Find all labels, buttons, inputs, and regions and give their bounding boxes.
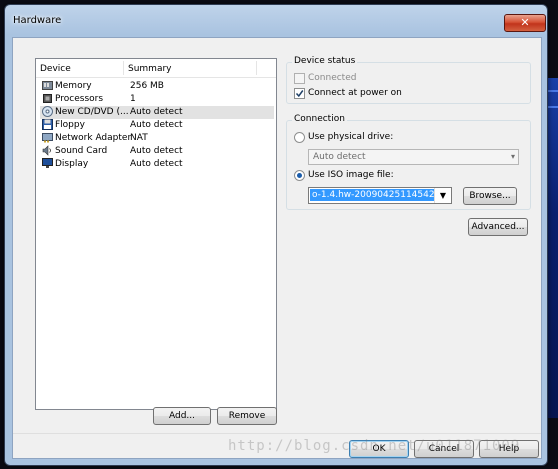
cd-dvd-icon <box>42 106 53 117</box>
device-name: Sound Card <box>55 146 108 156</box>
dialog-content: Device Summary Memory 256 MB Processors … <box>12 37 542 459</box>
device-summary: Auto detect <box>130 159 183 169</box>
device-row-floppy[interactable]: Floppy Auto detect <box>40 119 274 132</box>
physical-drive-value: Auto detect <box>313 152 366 162</box>
physical-drive-select[interactable]: Auto detect ▾ <box>308 149 519 165</box>
connected-label: Connected <box>308 73 357 83</box>
device-list-header: Device Summary <box>36 59 276 78</box>
desktop-background <box>548 78 558 418</box>
device-name: Processors <box>55 94 104 104</box>
connected-checkbox[interactable] <box>294 73 305 84</box>
device-row-memory[interactable]: Memory 256 MB <box>40 80 274 93</box>
device-row-sound-card[interactable]: Sound Card Auto detect <box>40 145 274 158</box>
device-summary: Auto detect <box>130 120 183 130</box>
device-status-label: Device status <box>292 56 358 66</box>
device-name: New CD/DVD (... <box>55 107 129 117</box>
column-header-device[interactable]: Device <box>40 64 71 74</box>
device-row-network-adapter[interactable]: Network Adapter NAT <box>40 132 274 145</box>
close-button[interactable]: ✕ <box>504 14 546 32</box>
device-name: Floppy <box>55 120 85 130</box>
physical-drive-label: Use physical drive: <box>308 132 394 142</box>
network-adapter-icon <box>42 132 53 143</box>
device-summary: 256 MB <box>130 81 164 91</box>
iso-image-radio[interactable] <box>294 170 305 181</box>
connection-label: Connection <box>292 114 347 124</box>
device-row-cd-dvd[interactable]: New CD/DVD (... Auto detect <box>40 106 274 119</box>
device-row-display[interactable]: Display Auto detect <box>40 158 274 171</box>
device-row-processors[interactable]: Processors 1 <box>40 93 274 106</box>
iso-image-label: Use ISO image file: <box>308 170 394 180</box>
watermark-text: http://blog.csdn.net/u011871009 <box>228 438 521 454</box>
device-status-group: Device status Connected Connect at power… <box>286 56 531 104</box>
close-icon: ✕ <box>520 16 530 29</box>
device-name: Network Adapter <box>55 133 132 143</box>
column-header-summary[interactable]: Summary <box>128 64 172 74</box>
device-summary: Auto detect <box>130 146 183 156</box>
add-button[interactable]: Add... <box>153 407 211 425</box>
physical-drive-radio[interactable] <box>294 132 305 143</box>
memory-icon <box>42 80 53 91</box>
device-summary: 1 <box>130 94 136 104</box>
device-name: Display <box>55 159 89 169</box>
footer-divider <box>13 433 541 434</box>
device-summary: NAT <box>130 133 148 143</box>
device-list[interactable]: Device Summary Memory 256 MB Processors … <box>35 58 277 410</box>
connect-at-power-on-label: Connect at power on <box>308 88 402 98</box>
processor-icon <box>42 93 53 104</box>
display-icon <box>42 158 53 169</box>
sound-card-icon <box>42 145 53 156</box>
advanced-button[interactable]: Advanced... <box>468 218 528 236</box>
chevron-down-icon: ▾ <box>510 152 515 161</box>
dialog-title: Hardware <box>13 15 62 26</box>
iso-path-value[interactable]: o-1.4.hw-20090425114542.iso <box>310 189 451 201</box>
connection-group: Connection Use physical drive: Auto dete… <box>286 114 531 210</box>
browse-button[interactable]: Browse... <box>463 187 517 205</box>
floppy-icon <box>42 119 53 130</box>
connect-at-power-on-checkbox[interactable] <box>294 88 305 99</box>
device-name: Memory <box>55 81 92 91</box>
iso-path-combobox[interactable]: o-1.4.hw-20090425114542.iso ▼ <box>308 187 452 204</box>
device-summary: Auto detect <box>130 107 183 117</box>
hardware-dialog: Hardware ✕ Device Summary Memory 256 MB <box>4 4 548 466</box>
remove-button[interactable]: Remove <box>217 407 277 425</box>
chevron-down-icon[interactable]: ▼ <box>434 188 451 203</box>
